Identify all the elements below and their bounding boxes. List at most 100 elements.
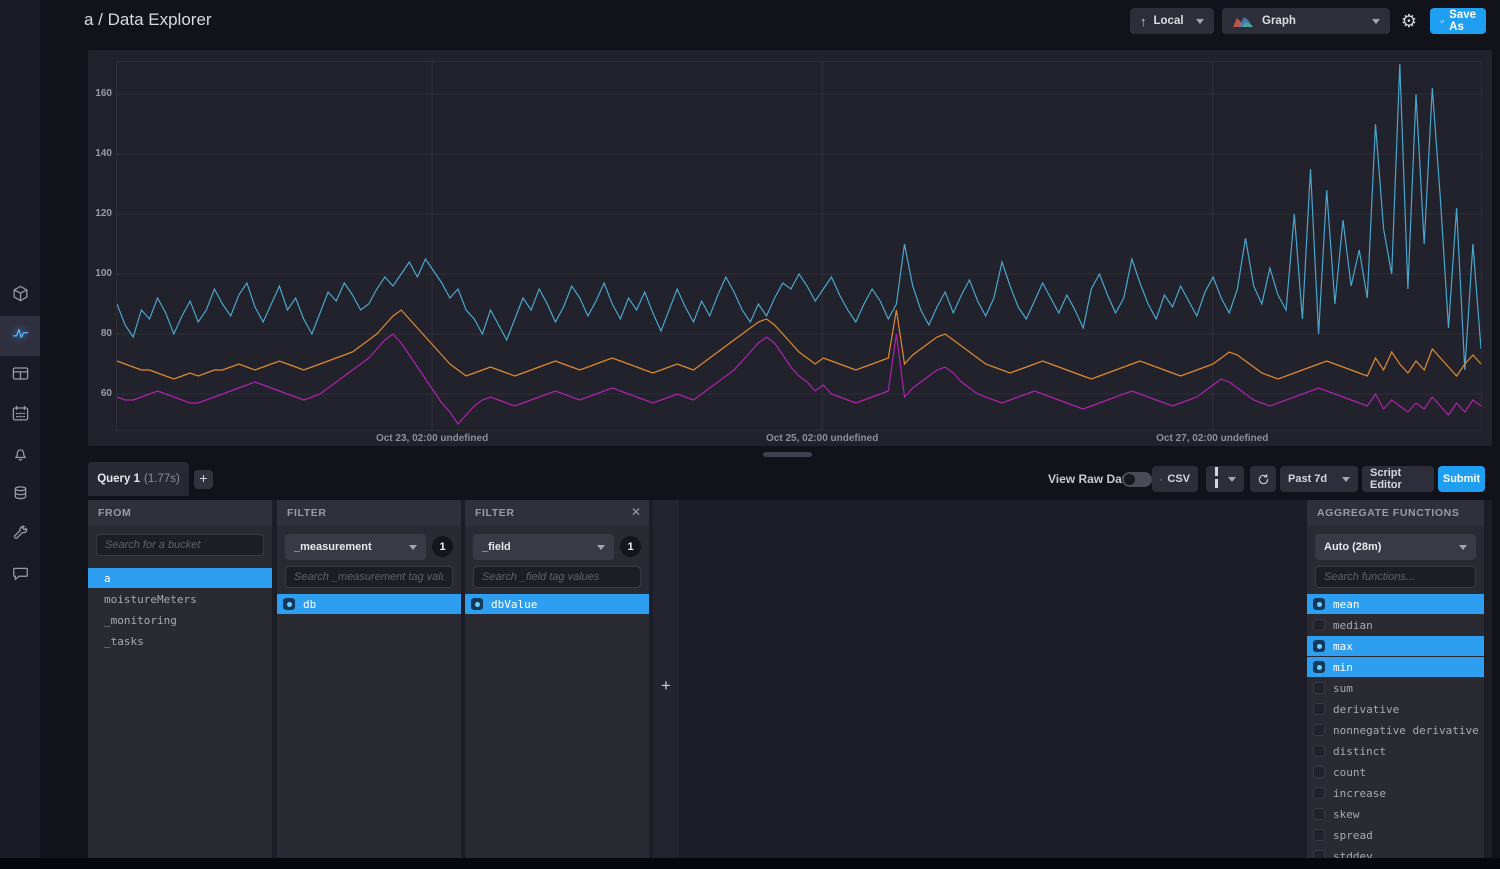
from-panel-header: FROM bbox=[88, 500, 272, 526]
aggregate-function-item[interactable]: sum bbox=[1307, 678, 1484, 698]
tag-key-label: _measurement bbox=[294, 541, 372, 553]
checkbox[interactable] bbox=[1313, 808, 1325, 820]
checkbox[interactable] bbox=[1313, 724, 1325, 736]
aggregate-function-item[interactable]: count bbox=[1307, 762, 1484, 782]
view-raw-data-toggle[interactable] bbox=[1122, 472, 1152, 487]
checkbox[interactable] bbox=[1313, 661, 1325, 673]
panel-resize-handle[interactable] bbox=[763, 452, 812, 457]
filter-panel-header: FILTER bbox=[277, 500, 461, 526]
filter-panel-measurement: FILTER _measurement 1 db bbox=[277, 500, 461, 858]
window-period-dropdown[interactable]: Auto (28m) bbox=[1315, 534, 1476, 560]
tag-value-item[interactable]: dbValue bbox=[465, 594, 649, 614]
add-query-button[interactable]: + bbox=[194, 470, 213, 489]
aggregate-function-item[interactable]: distinct bbox=[1307, 741, 1484, 761]
arrow-up-icon: ↑ bbox=[1140, 14, 1147, 29]
chevron-down-icon bbox=[1196, 19, 1204, 24]
checkbox[interactable] bbox=[283, 598, 295, 610]
csv-download-button[interactable]: CSV bbox=[1152, 466, 1198, 492]
nav-storage[interactable] bbox=[0, 476, 40, 516]
tag-key-label: _field bbox=[482, 541, 511, 553]
checkbox[interactable] bbox=[1313, 766, 1325, 778]
aggregate-function-item[interactable]: max bbox=[1307, 636, 1484, 656]
script-editor-label: Script Editor bbox=[1370, 467, 1426, 491]
bucket-list: amoistureMeters _monitoring _tasks bbox=[88, 568, 272, 858]
item-label: count bbox=[1333, 766, 1366, 779]
nav-load-data[interactable] bbox=[0, 276, 40, 316]
settings-gear-button[interactable]: ⚙ bbox=[1396, 8, 1422, 34]
aggregate-function-item[interactable]: spread bbox=[1307, 825, 1484, 845]
tag-key-dropdown[interactable]: _measurement bbox=[285, 534, 426, 560]
time-range-label: Past 7d bbox=[1288, 473, 1327, 485]
aggregate-function-item[interactable]: derivative bbox=[1307, 699, 1484, 719]
bucket-item[interactable]: moistureMeters bbox=[88, 589, 272, 609]
csv-label: CSV bbox=[1167, 473, 1190, 485]
dashboard-grid-icon bbox=[11, 364, 30, 388]
nav-data-explorer[interactable] bbox=[0, 316, 40, 356]
item-label: dbValue bbox=[491, 598, 537, 611]
bucket-search-input[interactable] bbox=[96, 534, 264, 556]
cube-icon bbox=[11, 284, 30, 308]
close-icon[interactable]: ✕ bbox=[631, 505, 641, 519]
nav-tasks[interactable] bbox=[0, 396, 40, 436]
tag-value-search-input[interactable] bbox=[285, 566, 453, 588]
query-tab[interactable]: Query 1 (1.77s) bbox=[88, 462, 189, 496]
view-type-dropdown[interactable]: Graph bbox=[1222, 8, 1390, 34]
aggregate-function-item[interactable]: min bbox=[1307, 657, 1484, 677]
wrench-icon bbox=[11, 524, 30, 548]
nav-alerts[interactable] bbox=[0, 436, 40, 476]
item-label: _tasks bbox=[104, 635, 144, 648]
aggregate-function-item[interactable]: nonnegative derivative bbox=[1307, 720, 1484, 740]
bucket-item[interactable]: _monitoring bbox=[88, 610, 272, 630]
time-range-dropdown[interactable]: Past 7d bbox=[1280, 466, 1358, 492]
aggregate-function-item[interactable]: mean bbox=[1307, 594, 1484, 614]
time-series-plot[interactable] bbox=[117, 62, 1481, 430]
chevron-down-icon bbox=[1228, 477, 1236, 482]
item-label: distinct bbox=[1333, 745, 1386, 758]
tag-key-dropdown[interactable]: _field bbox=[473, 534, 614, 560]
calendar-icon bbox=[11, 404, 30, 428]
item-label: derivative bbox=[1333, 703, 1399, 716]
nav-settings[interactable] bbox=[0, 516, 40, 556]
timezone-dropdown[interactable]: ↑ Local bbox=[1130, 8, 1214, 34]
checkbox[interactable] bbox=[1313, 682, 1325, 694]
add-filter-card-button[interactable]: + bbox=[653, 500, 679, 858]
checkbox[interactable] bbox=[1313, 640, 1325, 652]
tag-value-item[interactable]: db bbox=[277, 594, 461, 614]
pause-dropdown-button[interactable] bbox=[1206, 466, 1244, 492]
database-icon bbox=[11, 484, 30, 508]
checkbox[interactable] bbox=[1313, 703, 1325, 715]
bottom-bar bbox=[0, 858, 1500, 869]
checkbox[interactable] bbox=[1313, 619, 1325, 631]
aggregate-function-item[interactable]: median bbox=[1307, 615, 1484, 635]
bucket-item[interactable]: a bbox=[88, 568, 272, 588]
tag-value-list: db bbox=[277, 594, 461, 858]
checkbox[interactable] bbox=[471, 598, 483, 610]
tag-value-search-input[interactable] bbox=[473, 566, 641, 588]
function-search-input[interactable] bbox=[1315, 566, 1476, 588]
item-label: nonnegative derivative bbox=[1333, 724, 1479, 737]
item-label: min bbox=[1333, 661, 1353, 674]
refresh-button[interactable] bbox=[1250, 466, 1276, 492]
item-label: mean bbox=[1333, 598, 1360, 611]
script-editor-button[interactable]: Script Editor bbox=[1362, 466, 1434, 492]
aggregate-function-item[interactable]: stddev bbox=[1307, 846, 1484, 858]
save-as-button[interactable]: Save As bbox=[1430, 8, 1486, 34]
aggregate-function-list: mean medianmax min sum derivative nonnegative… bbox=[1307, 594, 1484, 858]
checkbox[interactable] bbox=[1313, 787, 1325, 799]
item-label: _monitoring bbox=[104, 614, 177, 627]
nav-feedback[interactable] bbox=[0, 556, 40, 596]
aggregate-function-item[interactable]: increase bbox=[1307, 783, 1484, 803]
data-explorer-page: a / Data Explorer ↑ Local Graph ⚙ Save A… bbox=[0, 0, 1500, 869]
aggregate-function-item[interactable]: skew bbox=[1307, 804, 1484, 824]
checkbox[interactable] bbox=[1313, 598, 1325, 610]
checkbox[interactable] bbox=[1313, 829, 1325, 841]
checkbox[interactable] bbox=[1313, 850, 1325, 858]
y-axis-tick: 60 bbox=[88, 388, 112, 399]
submit-button[interactable]: Submit bbox=[1438, 466, 1485, 492]
nav-dashboards[interactable] bbox=[0, 356, 40, 396]
query-builder: FROM amoistureMeters _monitoring _tasks FI… bbox=[88, 500, 1492, 858]
bucket-item[interactable]: _tasks bbox=[88, 631, 272, 651]
plus-icon: + bbox=[653, 676, 679, 696]
chevron-down-icon bbox=[1342, 477, 1350, 482]
checkbox[interactable] bbox=[1313, 745, 1325, 757]
